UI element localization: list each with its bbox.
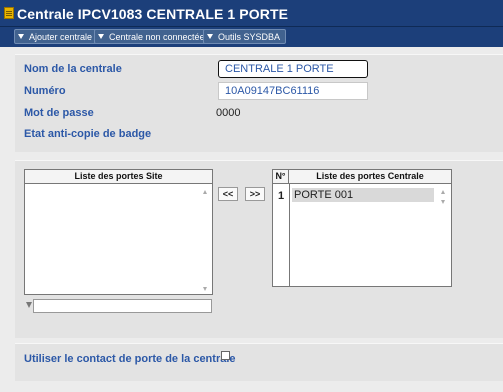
central-number-input[interactable]: 10A09147BC61116	[218, 82, 368, 100]
dropdown-arrow-icon	[18, 34, 24, 39]
central-door-list[interactable]: N° Liste des portes Centrale 1 PORTE 001	[272, 169, 452, 287]
column-divider	[289, 184, 290, 286]
password-value: 0000	[216, 107, 241, 119]
door-contact-checkbox[interactable]	[221, 351, 230, 360]
dropdown-arrow-icon	[98, 34, 104, 39]
add-central-label: Ajouter centrale	[29, 31, 93, 42]
options-panel: Utiliser le contact de porte de la centr…	[15, 343, 503, 381]
door-row-number: 1	[277, 190, 285, 202]
site-filter-input[interactable]	[33, 299, 212, 313]
tools-label: Outils SYSDBA	[218, 31, 281, 42]
central-name-input[interactable]: CENTRALE 1 PORTE	[218, 60, 368, 78]
scroll-up-icon[interactable]	[203, 190, 207, 194]
central-list-title: Liste des portes Centrale	[316, 171, 424, 181]
connection-status-button[interactable]: Centrale non connectée	[94, 29, 211, 44]
number-column-header: N°	[273, 170, 289, 183]
dropdown-arrow-icon	[207, 34, 213, 39]
move-to-site-button[interactable]: <<	[218, 187, 238, 201]
anticopy-label: Etat anti-copie de badge	[24, 128, 152, 140]
move-to-central-button[interactable]: >>	[245, 187, 265, 201]
password-label: Mot de passe	[24, 107, 94, 119]
connection-status-label: Centrale non connectée	[109, 31, 205, 42]
scroll-up-icon[interactable]	[441, 190, 445, 194]
central-info-panel: Nom de la centrale CENTRALE 1 PORTE Numé…	[15, 54, 503, 152]
scroll-down-icon[interactable]	[203, 287, 207, 291]
tools-button[interactable]: Outils SYSDBA	[203, 29, 287, 44]
filter-icon	[26, 302, 32, 308]
central-number-label: Numéro	[24, 85, 66, 97]
title-bar: Centrale IPCV1083 CENTRALE 1 PORTE	[0, 0, 503, 27]
site-door-list-header: Liste des portes Site	[25, 170, 212, 184]
window-title: Centrale IPCV1083 CENTRALE 1 PORTE	[17, 6, 289, 22]
add-central-button[interactable]: Ajouter centrale	[14, 29, 99, 44]
scroll-down-icon[interactable]	[441, 200, 445, 204]
app-icon	[4, 7, 14, 19]
toolbar: Ajouter centrale Centrale non connectée …	[0, 27, 503, 47]
central-name-label: Nom de la centrale	[24, 63, 122, 75]
door-contact-label: Utiliser le contact de porte de la centr…	[24, 353, 236, 365]
site-door-list[interactable]: Liste des portes Site	[24, 169, 213, 295]
central-door-list-header: N° Liste des portes Centrale	[273, 170, 451, 184]
door-row-name[interactable]: PORTE 001	[292, 188, 434, 202]
